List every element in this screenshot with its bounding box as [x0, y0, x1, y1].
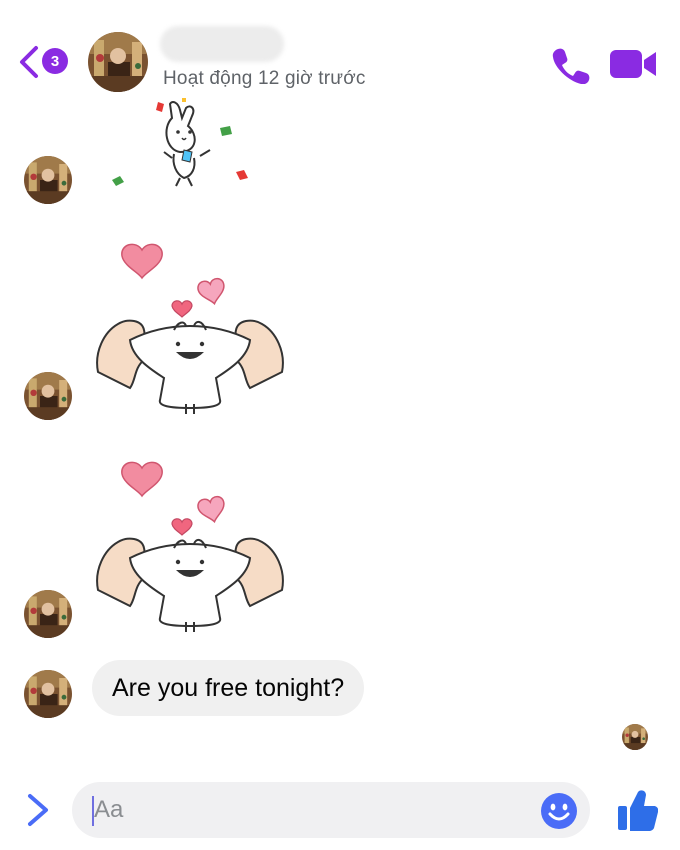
contact-name-redacted[interactable] [160, 26, 284, 62]
phone-icon [552, 48, 590, 85]
smiley-icon [541, 793, 577, 829]
sticker-hearts-bunny-hug[interactable] [90, 222, 290, 422]
chevron-right-icon [28, 794, 48, 826]
contact-avatar-small[interactable] [24, 372, 72, 420]
message-composer[interactable] [72, 782, 590, 838]
call-button[interactable] [550, 44, 590, 85]
message-input[interactable] [94, 782, 514, 838]
sticker-confetti-bunny[interactable] [108, 96, 258, 196]
contact-avatar-small[interactable] [24, 670, 72, 718]
emoji-button[interactable] [540, 792, 578, 830]
unread-count-badge: 3 [42, 48, 68, 74]
contact-avatar-small[interactable] [24, 590, 72, 638]
back-button[interactable]: 3 [18, 44, 78, 80]
expand-actions-button[interactable] [20, 790, 56, 830]
message-bubble[interactable]: Are you free tonight? [92, 660, 365, 716]
thumbs-up-icon [618, 790, 659, 831]
seen-indicator-avatar [622, 724, 648, 750]
contact-avatar[interactable] [88, 32, 148, 92]
like-button[interactable] [616, 788, 659, 832]
chevron-left-icon [20, 46, 38, 78]
active-status: Hoạt động 12 giờ trước [163, 68, 366, 89]
sticker-hearts-bunny-hug[interactable] [90, 440, 290, 640]
video-camera-icon [610, 50, 656, 78]
contact-avatar-small[interactable] [24, 156, 72, 204]
video-call-button[interactable] [608, 44, 658, 84]
